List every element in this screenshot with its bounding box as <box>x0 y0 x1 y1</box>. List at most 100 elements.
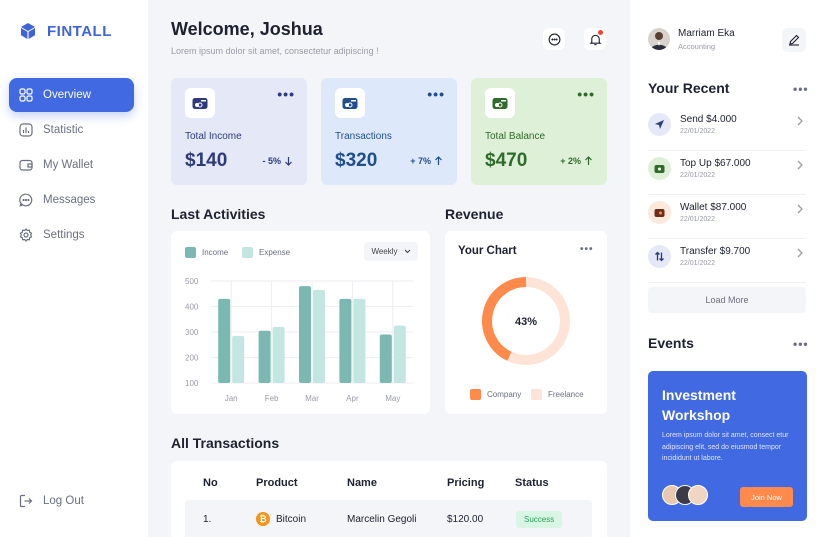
notification-button[interactable] <box>584 28 606 50</box>
transactions-title: All Transactions <box>171 435 280 451</box>
nav-item-overview[interactable]: Overview <box>9 78 134 112</box>
nav-label-messages: Messages <box>43 194 96 206</box>
recent-item-date: 22/01/2022 <box>680 216 716 223</box>
legend-swatch-freelance <box>531 389 542 400</box>
change-text: + 7% <box>410 156 431 166</box>
wallet-card-icon <box>492 97 508 109</box>
wallet-icon <box>648 157 671 180</box>
total-balance-card[interactable]: ••• Total Balance $470 + 2% <box>471 78 607 185</box>
pencil-icon <box>789 34 800 46</box>
col-header-pricing: Pricing <box>447 477 485 489</box>
avatar <box>688 485 708 505</box>
y-tick-label: 400 <box>185 303 199 312</box>
x-tick-label: Apr <box>346 394 359 403</box>
wallet-icon <box>19 159 33 171</box>
grid-icon <box>19 88 33 102</box>
recent-item-date: 22/01/2022 <box>680 128 716 135</box>
col-header-status: Status <box>515 477 549 489</box>
card-label: Total Balance <box>485 131 546 142</box>
cell-pricing: $120.00 <box>447 514 484 525</box>
card-value: $140 <box>185 150 228 171</box>
transactions-card[interactable]: ••• Transactions $320 + 7% <box>321 78 457 185</box>
chevron-right-icon <box>797 248 803 258</box>
bar-income-jan[interactable] <box>218 298 231 383</box>
legend-label-freelance: Freelance <box>548 390 584 399</box>
nav-item-statistic[interactable]: Statistic <box>9 113 134 147</box>
join-now-button[interactable]: Join Now <box>740 487 793 507</box>
bar-chart-icon <box>19 123 33 137</box>
card-icon-box <box>335 88 365 118</box>
wallet-card-icon <box>192 97 208 109</box>
list-item[interactable]: Wallet $87.000 22/01/2022 <box>648 195 806 239</box>
list-item[interactable]: Transfer $9.700 22/01/2022 <box>648 239 806 283</box>
cell-name: Marcelin Gegoli <box>347 514 417 525</box>
arrow-up-icon <box>435 156 442 165</box>
attendee-avatars <box>662 485 710 507</box>
recent-title: Your Recent <box>648 80 730 96</box>
right-panel: Marriam Eka Accounting Your Recent ••• S… <box>630 0 823 537</box>
total-income-card[interactable]: ••• Total Income $140 - 5% <box>171 78 307 185</box>
card-value: $320 <box>335 150 378 171</box>
list-item[interactable]: Send $4.000 22/01/2022 <box>648 107 806 151</box>
col-header-name: Name <box>347 477 377 489</box>
y-tick-label: 300 <box>185 328 199 337</box>
bar-income-feb[interactable] <box>258 330 271 383</box>
card-menu-dots[interactable]: ••• <box>577 86 595 102</box>
recent-item-title: Top Up $67.000 <box>680 158 751 169</box>
legend-swatch-company <box>470 389 481 400</box>
card-icon-box <box>485 88 515 118</box>
bar-expense-feb[interactable] <box>272 326 285 383</box>
col-header-no: No <box>203 477 218 489</box>
sidebar: FINTALL Overview Statistic My Wallet Mes… <box>0 0 148 537</box>
bar-expense-may[interactable] <box>393 325 406 383</box>
recent-menu-dots[interactable]: ••• <box>793 82 809 96</box>
x-tick-label: May <box>385 394 400 403</box>
avatar[interactable] <box>648 28 670 50</box>
page-title: Welcome, Joshua <box>171 19 323 39</box>
bar-expense-apr[interactable] <box>353 298 366 383</box>
revenue-title: Revenue <box>445 206 504 222</box>
card-menu-dots[interactable]: ••• <box>277 86 295 102</box>
logout-button[interactable]: Log Out <box>19 494 84 508</box>
bar-income-apr[interactable] <box>339 298 352 383</box>
activities-title: Last Activities <box>171 206 266 222</box>
recent-item-title: Send $4.000 <box>680 114 737 125</box>
chevron-right-icon <box>797 160 803 170</box>
arrow-up-icon <box>585 156 592 165</box>
nav-item-messages[interactable]: Messages <box>9 183 134 217</box>
chat-icon <box>548 33 560 45</box>
bar-expense-jan[interactable] <box>232 335 245 383</box>
nav-item-settings[interactable]: Settings <box>9 218 134 252</box>
send-icon <box>648 113 671 136</box>
card-change: + 2% <box>560 156 593 166</box>
nav-item-my-wallet[interactable]: My Wallet <box>9 148 134 182</box>
gear-icon <box>19 228 33 242</box>
activities-bar-chart: 500 400 300 200 100 Jan Feb Mar Apr May <box>185 277 413 403</box>
arrow-down-icon <box>285 157 292 166</box>
bitcoin-icon: ₿ <box>256 512 270 526</box>
wallet-card-icon <box>342 97 358 109</box>
edit-profile-button[interactable] <box>782 28 806 52</box>
y-tick-label: 100 <box>185 379 199 388</box>
logo-cube-icon <box>21 23 35 39</box>
x-tick-label: Mar <box>305 394 319 403</box>
recent-item-date: 22/01/2022 <box>680 260 716 267</box>
logo[interactable]: FINTALL <box>19 22 112 40</box>
bar-income-may[interactable] <box>379 334 392 383</box>
load-more-button[interactable]: Load More <box>648 287 806 313</box>
events-menu-dots[interactable]: ••• <box>793 337 809 351</box>
recent-item-date: 22/01/2022 <box>680 172 716 179</box>
card-menu-dots[interactable]: ••• <box>427 86 445 102</box>
card-change: - 5% <box>262 156 293 166</box>
chat-button[interactable] <box>543 28 565 50</box>
nav-menu: Overview Statistic My Wallet Messages Se… <box>9 78 134 253</box>
donut-center-label: 43% <box>515 316 537 328</box>
bar-income-mar[interactable] <box>299 286 311 383</box>
list-item[interactable]: Top Up $67.000 22/01/2022 <box>648 151 806 195</box>
table-row[interactable]: 1. ₿ Bitcoin Marcelin Gegoli $120.00 Suc… <box>185 500 592 537</box>
chevron-right-icon <box>797 204 803 214</box>
bar-expense-mar[interactable] <box>313 289 325 383</box>
logout-label: Log Out <box>43 495 84 507</box>
cell-product: Bitcoin <box>276 514 307 525</box>
nav-label-settings: Settings <box>43 229 85 241</box>
